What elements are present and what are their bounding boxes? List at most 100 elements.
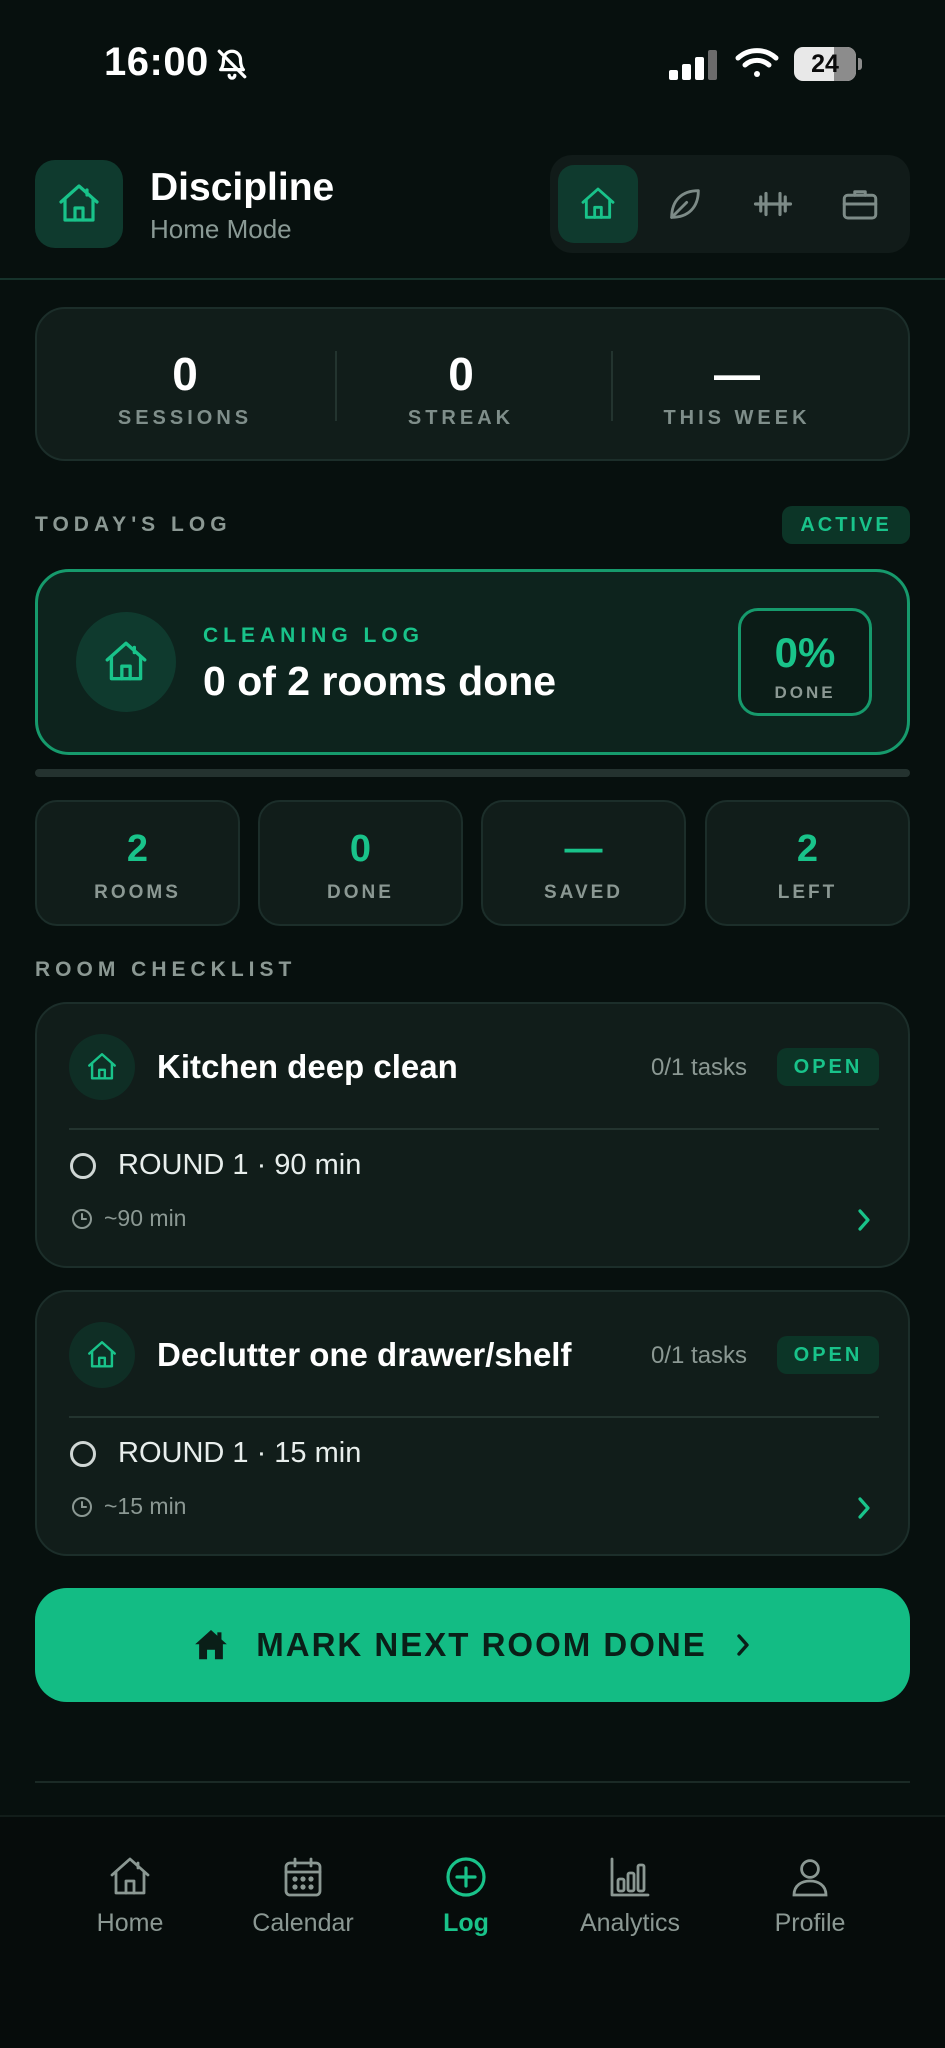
leaf-icon <box>665 184 705 224</box>
nav-home[interactable]: Home <box>60 1853 200 1953</box>
nav-label: Calendar <box>252 1909 354 1937</box>
stats-card: 0 SESSIONS 0 STREAK — THIS WEEK <box>35 307 910 461</box>
mode-gym-button[interactable] <box>733 165 813 243</box>
bottom-navigation: Home Calendar Log Analytics Profile <box>0 1815 945 2048</box>
room-icon-circle <box>69 1034 135 1100</box>
nav-label: Profile <box>774 1909 846 1937</box>
mini-stat-value: 0 <box>349 828 372 870</box>
status-time: 16:00 <box>104 40 209 84</box>
home-icon <box>85 1050 119 1084</box>
plus-circle-icon <box>442 1853 490 1901</box>
app-title: Discipline <box>150 166 335 209</box>
mini-stat-left: 2 LEFT <box>705 800 910 926</box>
calendar-icon <box>279 1853 327 1901</box>
mark-next-room-done-button[interactable]: MARK NEXT ROOM DONE <box>35 1588 910 1702</box>
home-icon <box>101 637 151 687</box>
room-icon-circle <box>69 1322 135 1388</box>
round-checkbox[interactable] <box>70 1441 96 1467</box>
stat-value: — <box>714 348 760 400</box>
cta-label: MARK NEXT ROOM DONE <box>256 1626 707 1663</box>
stat-value: 0 <box>172 348 198 400</box>
mini-stat-label: SAVED <box>543 882 624 903</box>
app-subtitle: Home Mode <box>150 214 292 244</box>
log-icon-circle <box>76 612 176 712</box>
home-icon <box>578 184 618 224</box>
divider <box>69 1128 879 1130</box>
percent-done-box: 0% DONE <box>738 608 872 716</box>
mode-work-button[interactable] <box>820 165 900 243</box>
mini-stat-saved: — SAVED <box>481 800 686 926</box>
nav-analytics[interactable]: Analytics <box>560 1853 700 1953</box>
home-icon <box>192 1626 230 1664</box>
mini-stat-label: ROOMS <box>94 882 181 903</box>
stat-label: THIS WEEK <box>663 407 811 429</box>
mini-stat-value: 2 <box>126 828 149 870</box>
home-icon <box>106 1853 154 1901</box>
clock-icon <box>70 1207 94 1231</box>
battery-level: 24 <box>811 50 839 78</box>
room-checklist-title: ROOM CHECKLIST <box>35 958 297 981</box>
stat-label: SESSIONS <box>117 407 253 429</box>
header-home-tile <box>35 160 123 248</box>
status-badge: OPEN <box>777 1336 879 1374</box>
chevron-right-icon[interactable] <box>853 1207 875 1233</box>
round-label: ROUND 1 · 90 min <box>118 1149 362 1181</box>
clock-icon <box>70 1495 94 1519</box>
dumbbell-icon <box>752 183 794 225</box>
nav-label: Analytics <box>579 1909 681 1937</box>
nav-label: Home <box>96 1909 164 1937</box>
room-title: Kitchen deep clean <box>157 1048 458 1085</box>
cleaning-log-card[interactable]: CLEANING LOG 0 of 2 rooms done 0% DONE <box>35 569 910 755</box>
divider <box>69 1416 879 1418</box>
nav-log[interactable]: Log <box>396 1853 536 1953</box>
stat-value: 0 <box>448 348 474 400</box>
bar-chart-icon <box>606 1853 654 1901</box>
mode-nature-button[interactable] <box>645 165 725 243</box>
room-duration: ~15 min <box>104 1493 187 1519</box>
nav-calendar[interactable]: Calendar <box>233 1853 373 1953</box>
progress-bar <box>35 769 910 777</box>
mini-stat-label: LEFT <box>777 882 838 903</box>
stat-streak: 0 STREAK <box>323 309 599 459</box>
room-task-count: 0/1 tasks <box>651 1054 748 1081</box>
percent-label: DONE <box>774 683 836 702</box>
home-icon <box>85 1338 119 1372</box>
wifi-icon <box>734 46 780 80</box>
status-badge: ACTIVE <box>782 506 910 544</box>
battery-indicator: 24 <box>794 47 862 81</box>
stat-label: STREAK <box>407 407 515 429</box>
mini-stat-label: DONE <box>327 882 394 903</box>
room-task-count: 0/1 tasks <box>651 1342 748 1369</box>
bell-off-icon <box>215 47 249 81</box>
room-card[interactable]: Declutter one drawer/shelf 0/1 tasks OPE… <box>35 1290 910 1556</box>
round-label: ROUND 1 · 15 min <box>118 1437 362 1469</box>
nav-profile[interactable]: Profile <box>740 1853 880 1953</box>
person-icon <box>786 1853 834 1901</box>
cellular-signal-icon <box>669 50 719 80</box>
round-checkbox[interactable] <box>70 1153 96 1179</box>
status-bar: 16:00 24 <box>0 0 945 130</box>
mini-stat-rooms: 2 ROOMS <box>35 800 240 926</box>
mini-stat-done: 0 DONE <box>258 800 463 926</box>
mode-home-button[interactable] <box>558 165 638 243</box>
percent-value: 0% <box>774 629 836 676</box>
chevron-right-icon <box>733 1631 753 1659</box>
log-title: 0 of 2 rooms done <box>203 658 557 704</box>
room-title: Declutter one drawer/shelf <box>157 1336 572 1373</box>
nav-label: Log <box>443 1909 489 1937</box>
briefcase-icon <box>839 183 881 225</box>
status-badge: OPEN <box>777 1048 879 1086</box>
log-label: CLEANING LOG <box>203 624 424 647</box>
home-icon <box>55 180 103 228</box>
mini-stat-value: — <box>564 828 603 870</box>
stat-this-week: — THIS WEEK <box>599 309 875 459</box>
app-header: Discipline Home Mode <box>0 150 945 280</box>
chevron-right-icon[interactable] <box>853 1495 875 1521</box>
divider <box>35 1781 910 1783</box>
mini-stat-value: 2 <box>796 828 819 870</box>
room-duration: ~90 min <box>104 1205 187 1231</box>
stat-sessions: 0 SESSIONS <box>47 309 323 459</box>
todays-log-title: TODAY'S LOG <box>35 513 232 536</box>
mode-switcher <box>550 155 910 253</box>
room-card[interactable]: Kitchen deep clean 0/1 tasks OPEN ROUND … <box>35 1002 910 1268</box>
